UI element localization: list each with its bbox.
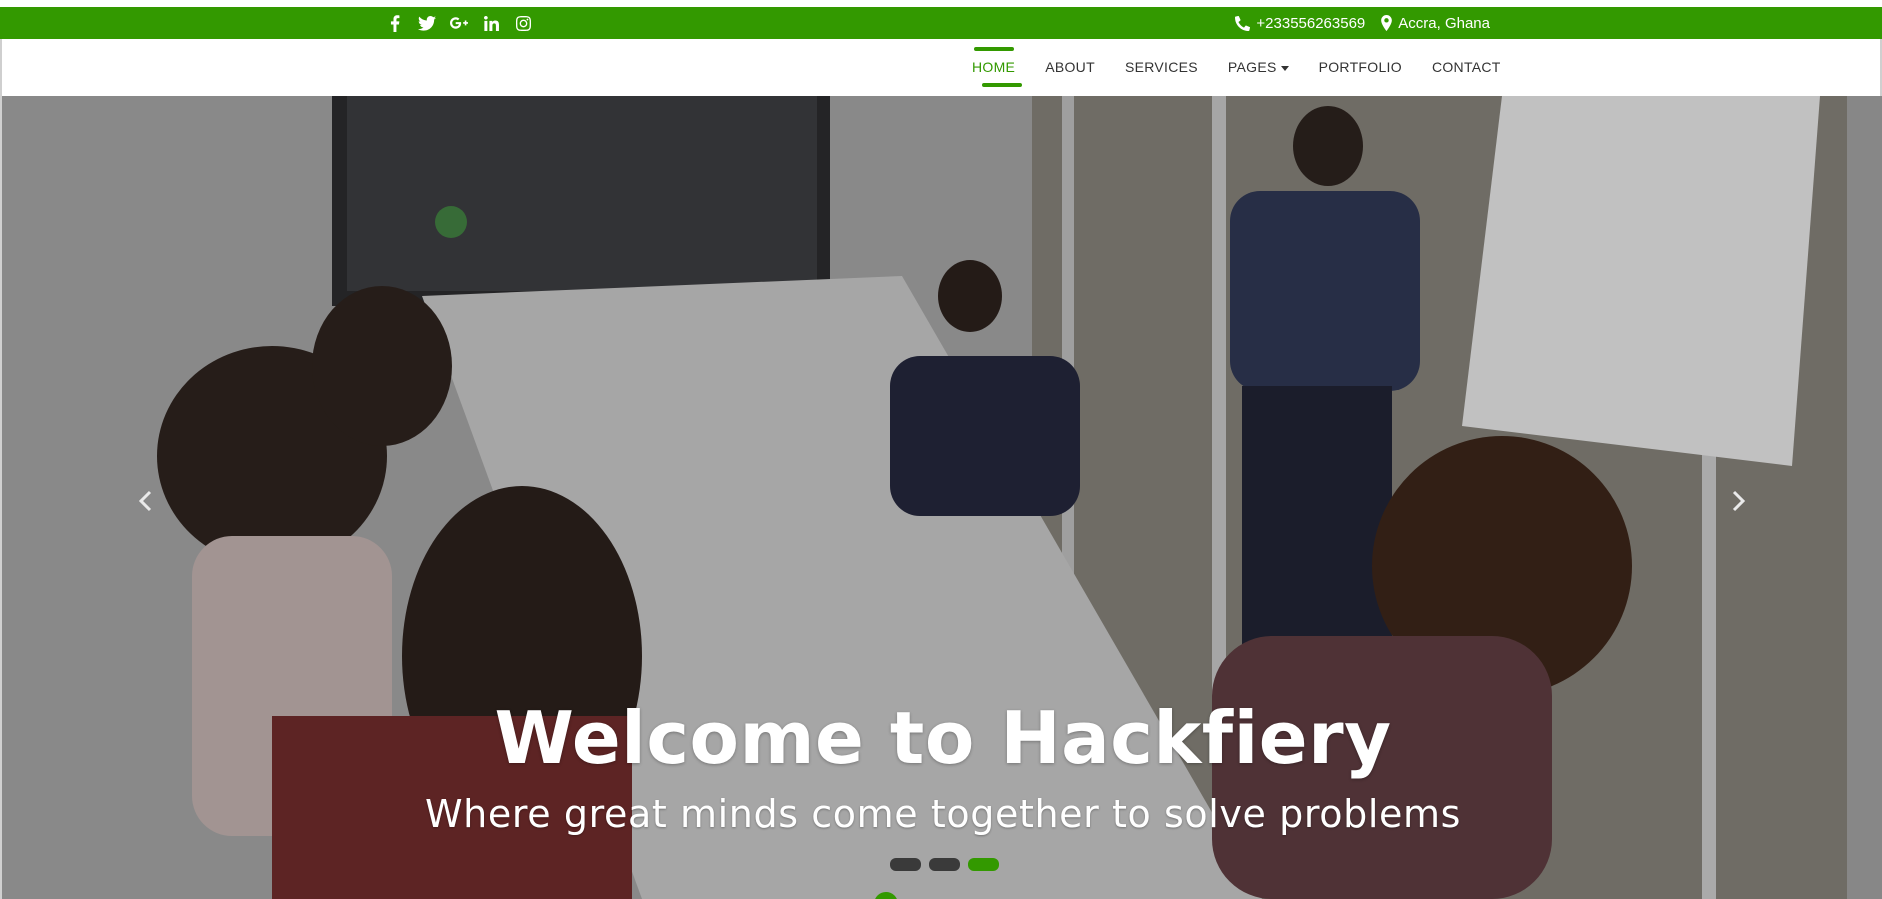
- google-plus-icon[interactable]: [450, 14, 468, 32]
- nav-item-about[interactable]: ABOUT: [1030, 39, 1110, 96]
- twitter-icon[interactable]: [418, 14, 436, 32]
- carousel-indicators: [890, 858, 999, 871]
- chevron-left-icon: [138, 490, 152, 512]
- linkedin-icon[interactable]: [482, 14, 500, 32]
- chevron-right-icon: [1732, 490, 1746, 512]
- nav-item-portfolio[interactable]: PORTFOLIO: [1304, 39, 1417, 96]
- carousel-indicator-1[interactable]: [890, 858, 921, 871]
- carousel-prev-button[interactable]: [130, 486, 160, 516]
- main-nav: HOME ABOUT SERVICES PAGES PORTFOLIO CONT…: [957, 39, 1516, 96]
- nav-item-home[interactable]: HOME: [957, 39, 1030, 96]
- carousel-indicator-2[interactable]: [929, 858, 960, 871]
- nav-item-contact[interactable]: CONTACT: [1417, 39, 1516, 96]
- contact-info: +233556263569 Accra, Ghana: [1235, 7, 1490, 39]
- hero-subtitle: Where great minds come together to solve…: [424, 792, 1462, 836]
- nav-item-pages-label: PAGES: [1227, 59, 1277, 75]
- carousel-next-button[interactable]: [1724, 486, 1754, 516]
- hero-title: Welcome to Hackfiery: [494, 696, 1392, 780]
- caret-down-icon: [1280, 65, 1289, 71]
- instagram-icon[interactable]: [514, 14, 532, 32]
- carousel-indicator-3[interactable]: [968, 858, 999, 871]
- phone-icon: [1235, 15, 1251, 31]
- hero-carousel: Welcome to Hackfiery Where great minds c…: [0, 96, 1882, 899]
- phone-number: +233556263569: [1256, 14, 1366, 32]
- facebook-icon[interactable]: [386, 14, 404, 32]
- main-navbar: HOME ABOUT SERVICES PAGES PORTFOLIO CONT…: [0, 39, 1882, 96]
- nav-item-services[interactable]: SERVICES: [1110, 39, 1213, 96]
- location-info: Accra, Ghana: [1381, 15, 1490, 32]
- nav-item-pages[interactable]: PAGES: [1213, 39, 1304, 96]
- top-bar: +233556263569 Accra, Ghana: [0, 7, 1882, 39]
- phone-info[interactable]: +233556263569: [1235, 15, 1365, 32]
- social-links: [386, 7, 532, 39]
- map-marker-icon: [1381, 15, 1393, 31]
- location-text: Accra, Ghana: [1398, 14, 1490, 32]
